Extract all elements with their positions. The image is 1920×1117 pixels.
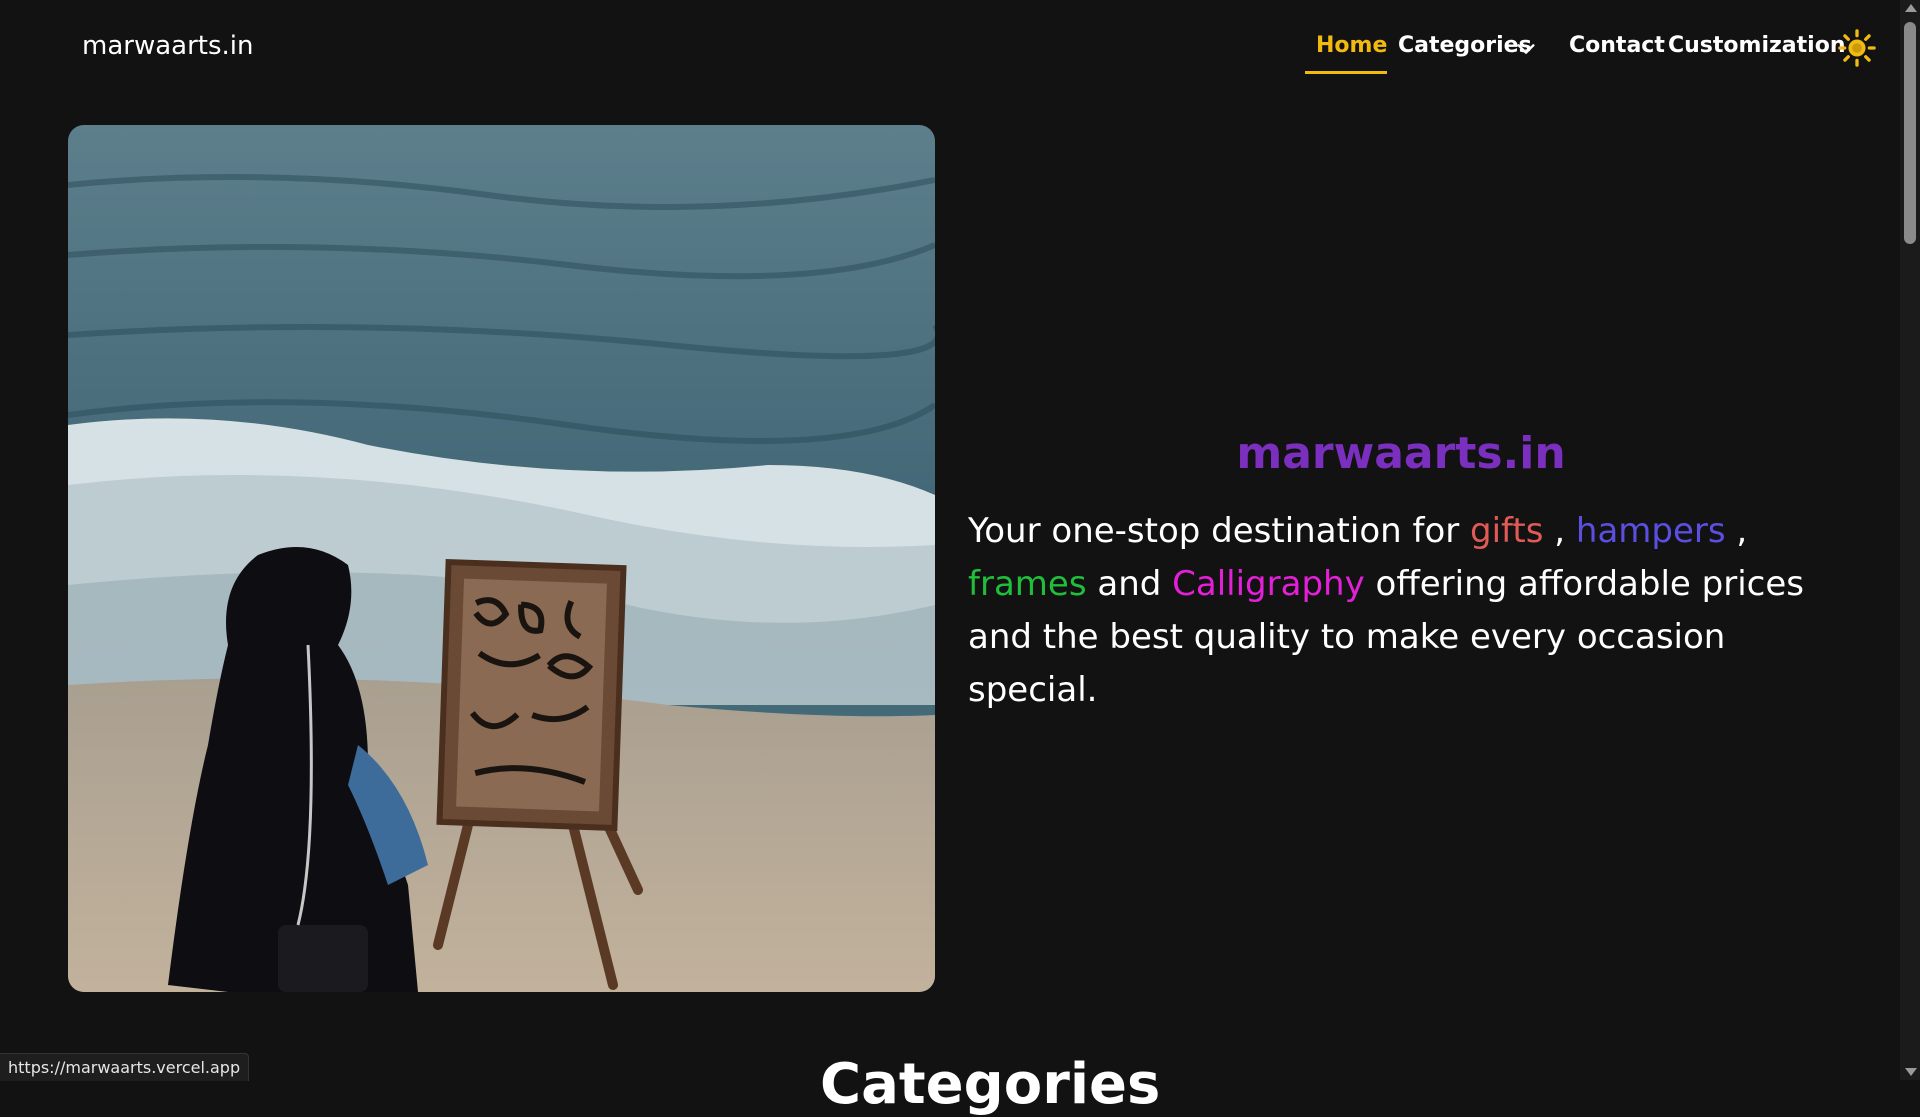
tagline-gifts: gifts xyxy=(1470,511,1544,551)
tagline-frames: frames xyxy=(968,564,1087,604)
nav-contact-link[interactable]: Contact xyxy=(1569,33,1665,58)
scroll-thumb[interactable] xyxy=(1904,22,1916,244)
hero-tagline: Your one-stop destination for gifts , ha… xyxy=(968,505,1838,717)
tagline-sep1: , xyxy=(1543,511,1576,551)
scroll-up-icon[interactable] xyxy=(1905,4,1917,12)
tagline-intro: Your one-stop destination for xyxy=(968,511,1471,551)
tagline-and: and xyxy=(1086,564,1173,604)
link-status-bar: https://marwaarts.vercel.app xyxy=(0,1053,250,1081)
hero-photo xyxy=(68,125,935,992)
page-scrollbar[interactable] xyxy=(1900,0,1920,1080)
scroll-down-icon[interactable] xyxy=(1905,1068,1917,1076)
tagline-hampers: hampers xyxy=(1575,511,1726,551)
tagline-calligraphy: Calligraphy xyxy=(1172,564,1365,604)
categories-section-title: Categories xyxy=(820,1052,1161,1117)
nav-customization-link[interactable]: Customization xyxy=(1668,33,1845,58)
main-nav: Home Categories Contact Customization xyxy=(0,0,1900,90)
tagline-sep2: , xyxy=(1725,511,1748,551)
nav-categories-link[interactable]: Categories xyxy=(1398,33,1532,58)
hero-title: marwaarts.in xyxy=(1236,428,1566,479)
active-nav-underline xyxy=(1305,71,1387,74)
sun-icon[interactable] xyxy=(1838,29,1876,67)
nav-home-link[interactable]: Home xyxy=(1316,33,1387,58)
chevron-down-icon[interactable] xyxy=(1515,38,1537,60)
